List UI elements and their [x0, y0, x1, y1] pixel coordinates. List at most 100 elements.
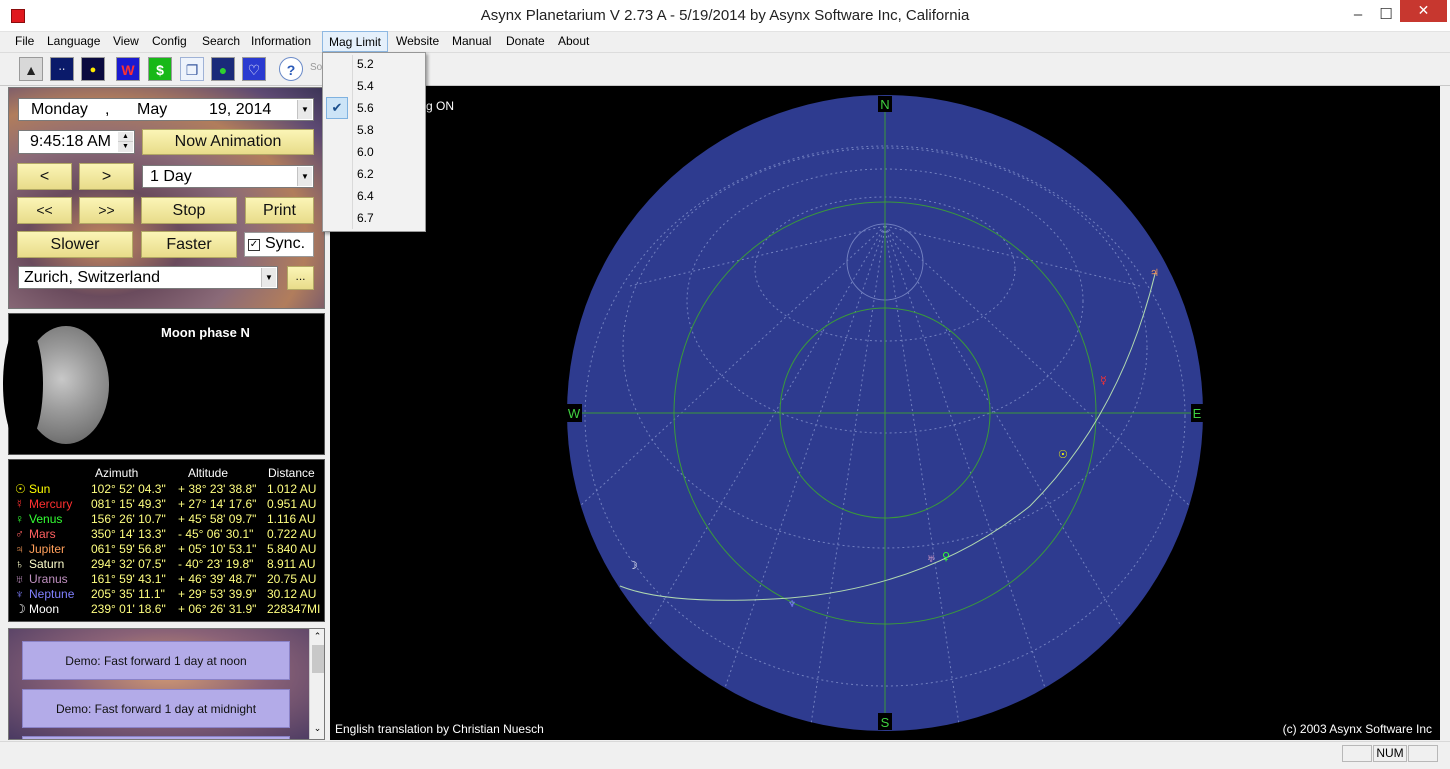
- neptune-marker[interactable]: ♆: [788, 600, 796, 610]
- demo-next-button[interactable]: [22, 736, 290, 739]
- sky-chart[interactable]: ♃ ☿ ☉ ♀ ♅ ☽ ♆ N S W E g ON English trans…: [330, 86, 1440, 740]
- chevron-down-icon[interactable]: ▼: [261, 268, 276, 287]
- date-day-year: 19, 2014: [209, 101, 272, 118]
- logo-icon[interactable]: ♡: [242, 57, 266, 81]
- time-value: 9:45:18 AM: [30, 133, 111, 150]
- minimize-button[interactable]: –: [1343, 0, 1373, 30]
- help-icon[interactable]: ?: [279, 57, 303, 81]
- toolbar: ▲ ⋅⋅ ● W $ ❐ ● ♡ ? Softpedia.com: [0, 52, 1450, 86]
- moon-panel: Moon phase N: [3, 313, 325, 455]
- globe-icon[interactable]: ●: [211, 57, 235, 81]
- moon-phase-label: Moon phase N: [161, 325, 250, 340]
- sun-marker[interactable]: ☉: [1058, 448, 1068, 461]
- num-lock-indicator: NUM: [1373, 745, 1407, 762]
- menu-mag-limit[interactable]: Mag Limit: [322, 31, 388, 52]
- copy-icon[interactable]: ❐: [180, 57, 204, 81]
- moon-marker[interactable]: ☽: [628, 559, 638, 572]
- planet-altitude: + 45° 58' 09.7": [178, 512, 257, 526]
- website-icon[interactable]: W: [116, 57, 140, 81]
- mag-option-6-4[interactable]: 6.4: [324, 185, 424, 207]
- menu-mag-limit-label: Mag Limit: [329, 35, 382, 49]
- south-label: S: [881, 715, 890, 730]
- menu-manual[interactable]: Manual: [452, 32, 491, 52]
- control-panel: Monday , May 19, 2014 ▼ 9:45:18 AM ▲ ▼ N…: [8, 87, 325, 309]
- prev-step-button[interactable]: <: [17, 163, 72, 190]
- time-field[interactable]: 9:45:18 AM ▲ ▼: [18, 130, 135, 154]
- copyright-credit: (c) 2003 Asynx Software Inc: [1282, 722, 1432, 736]
- slower-button[interactable]: Slower: [17, 231, 133, 258]
- menu-donate[interactable]: Donate: [506, 32, 545, 52]
- planet-name: Mercury: [29, 497, 73, 511]
- planet-symbol-icon: ☿: [15, 497, 24, 511]
- demo-noon-button[interactable]: Demo: Fast forward 1 day at noon: [22, 641, 290, 680]
- stop-button[interactable]: Stop: [141, 197, 237, 224]
- fast-back-button[interactable]: <<: [17, 197, 72, 224]
- scroll-up-icon[interactable]: ⌃: [312, 631, 323, 643]
- faster-button[interactable]: Faster: [141, 231, 237, 258]
- azimuth-header: Azimuth: [95, 466, 139, 480]
- planet-altitude: + 29° 53' 39.9": [178, 587, 257, 601]
- planet-symbol-icon: ♃: [15, 542, 24, 556]
- location-select[interactable]: Zurich, Switzerland ▼: [18, 266, 278, 289]
- close-button[interactable]: ✕: [1400, 0, 1447, 22]
- altitude-header: Altitude: [188, 466, 229, 480]
- planet-row: ♀ Venus 156° 26' 10.7" + 45° 58' 09.7" 1.116…: [9, 512, 326, 527]
- mag-option-6-0[interactable]: 6.0: [324, 141, 424, 163]
- demo-midnight-button[interactable]: Demo: Fast forward 1 day at midnight: [22, 689, 290, 728]
- mag-option-6-2[interactable]: 6.2: [324, 163, 424, 185]
- now-animation-button[interactable]: Now Animation: [142, 129, 314, 155]
- donate-icon[interactable]: $: [148, 57, 172, 81]
- uranus-marker[interactable]: ♅: [927, 555, 935, 565]
- east-label: E: [1193, 406, 1202, 421]
- step-select[interactable]: 1 Day ▼: [142, 165, 314, 188]
- sync-checkbox[interactable]: ✓ Sync.: [244, 232, 314, 257]
- menu-search[interactable]: Search: [202, 32, 240, 52]
- venus-marker[interactable]: ♀: [942, 550, 950, 563]
- planet-symbol-icon: ☉: [15, 482, 26, 496]
- mag-option-5-8[interactable]: 5.8: [324, 119, 424, 141]
- mag-option-6-7[interactable]: 6.7: [324, 207, 424, 229]
- constellation-icon[interactable]: ⋅⋅: [50, 57, 74, 81]
- mercury-marker[interactable]: ☿: [1100, 374, 1107, 387]
- jupiter-marker[interactable]: ♃: [1150, 268, 1159, 279]
- maximize-button[interactable]: ☐: [1373, 0, 1399, 30]
- menu-about[interactable]: About: [558, 32, 589, 52]
- fast-forward-button[interactable]: >>: [79, 197, 134, 224]
- date-picker[interactable]: Monday , May 19, 2014 ▼: [18, 98, 314, 121]
- planet-distance: 228347MI: [267, 602, 321, 616]
- chevron-down-icon[interactable]: ▼: [297, 100, 312, 119]
- planet-symbol-icon: ♀: [15, 512, 24, 526]
- demo-scrollbar[interactable]: ⌃ ⌄: [309, 629, 324, 739]
- location-more-button[interactable]: ...: [287, 266, 314, 290]
- menu-language[interactable]: Language: [47, 32, 100, 52]
- planet-azimuth: 061° 59' 56.8": [91, 542, 166, 556]
- planet-row: ☿ Mercury 081° 15' 49.3" + 27° 14' 17.6" 0.9…: [9, 497, 326, 512]
- mag-limit-dropdown: ✔ 5.2 5.4 5.6 5.8 6.0 6.2 6.4 6.7: [322, 52, 426, 232]
- planet-row: ♂ Mars 350° 14' 13.3" - 45° 06' 30.1" 0.722 …: [9, 527, 326, 542]
- scroll-thumb[interactable]: [312, 645, 324, 673]
- chevron-down-icon[interactable]: ▼: [297, 167, 312, 186]
- planet-altitude: - 40° 23' 19.8": [178, 557, 254, 571]
- mag-option-5-6[interactable]: 5.6: [324, 97, 424, 119]
- menu-file[interactable]: File: [15, 32, 34, 52]
- planet-name: Moon: [29, 602, 60, 616]
- mag-option-5-2[interactable]: 5.2: [324, 53, 424, 75]
- scroll-down-icon[interactable]: ⌄: [312, 723, 323, 735]
- menu-website[interactable]: Website: [396, 32, 439, 52]
- print-button[interactable]: Print: [245, 197, 314, 224]
- next-step-button[interactable]: >: [79, 163, 134, 190]
- planet-altitude: - 45° 06' 30.1": [178, 527, 254, 541]
- spin-up-icon[interactable]: ▲: [118, 132, 133, 142]
- planets-icon[interactable]: ●: [81, 57, 105, 81]
- planet-distance: 5.840 AU: [267, 542, 317, 556]
- menu-config[interactable]: Config: [152, 32, 187, 52]
- mag-option-5-4[interactable]: 5.4: [324, 75, 424, 97]
- sky-view-icon[interactable]: ▲: [19, 57, 43, 81]
- menu-view[interactable]: View: [113, 32, 139, 52]
- planet-name: Saturn: [29, 557, 65, 571]
- planet-symbol-icon: ☽: [15, 602, 26, 616]
- menu-information[interactable]: Information: [251, 32, 311, 52]
- planet-distance: 1.116 AU: [267, 512, 316, 526]
- spin-down-icon[interactable]: ▼: [118, 142, 133, 152]
- planet-azimuth: 161° 59' 43.1": [91, 572, 166, 586]
